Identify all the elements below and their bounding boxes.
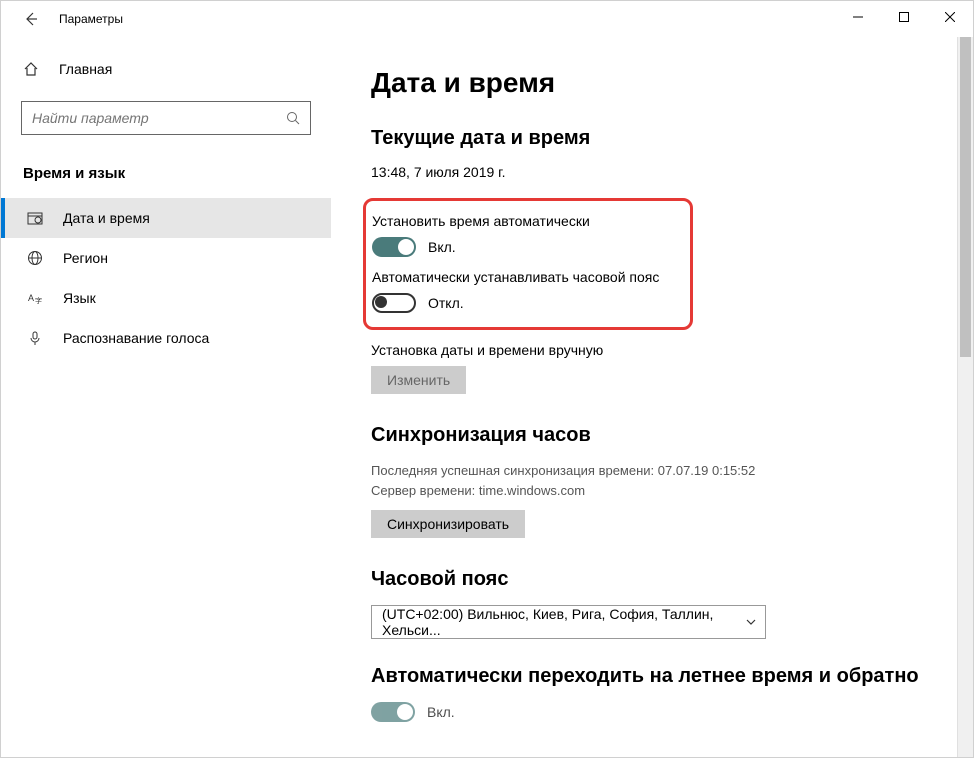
home-link[interactable]: Главная	[1, 51, 331, 87]
back-button[interactable]	[19, 7, 43, 31]
sync-last-text: Последняя успешная синхронизация времени…	[371, 461, 933, 481]
window-title: Параметры	[59, 12, 123, 26]
home-icon	[23, 61, 41, 77]
scrollbar-thumb[interactable]	[960, 37, 971, 357]
dst-state: Вкл.	[427, 704, 455, 720]
manual-set-label: Установка даты и времени вручную	[371, 342, 933, 358]
sidebar-item-region[interactable]: Регион	[1, 238, 331, 278]
microphone-icon	[27, 330, 45, 346]
auto-time-toggle[interactable]	[372, 237, 416, 257]
sync-server-text: Сервер времени: time.windows.com	[371, 481, 933, 501]
auto-time-label: Установить время автоматически	[372, 213, 676, 229]
language-icon: A字	[27, 290, 45, 306]
page-title: Дата и время	[371, 67, 933, 99]
timezone-heading: Часовой пояс	[371, 568, 933, 591]
auto-tz-state: Откл.	[428, 295, 464, 311]
scrollbar[interactable]	[957, 37, 973, 757]
dst-heading: Автоматически переходить на летнее время…	[371, 665, 933, 688]
sidebar-item-label: Распознавание голоса	[63, 330, 209, 346]
auto-time-state: Вкл.	[428, 239, 456, 255]
search-icon	[286, 111, 302, 125]
timezone-value: (UTC+02:00) Вильнюс, Киев, Рига, София, …	[382, 606, 745, 638]
current-datetime-heading: Текущие дата и время	[371, 127, 933, 150]
auto-tz-label: Автоматически устанавливать часовой пояс	[372, 269, 676, 285]
category-heading: Время и язык	[1, 149, 331, 198]
sidebar-item-speech[interactable]: Распознавание голоса	[1, 318, 331, 358]
sidebar-item-date-time[interactable]: Дата и время	[1, 198, 331, 238]
highlight-annotation: Установить время автоматически Вкл. Авто…	[363, 198, 693, 330]
auto-tz-toggle[interactable]	[372, 293, 416, 313]
home-label: Главная	[59, 61, 112, 77]
dst-toggle[interactable]	[371, 702, 415, 722]
sync-now-button[interactable]: Синхронизировать	[371, 510, 525, 538]
svg-text:字: 字	[35, 296, 42, 305]
sync-heading: Синхронизация часов	[371, 424, 933, 447]
svg-text:A: A	[28, 293, 34, 303]
search-box[interactable]	[21, 101, 311, 135]
search-input[interactable]	[32, 110, 286, 126]
change-button[interactable]: Изменить	[371, 366, 466, 394]
close-button[interactable]	[927, 1, 973, 33]
globe-icon	[27, 250, 45, 266]
sidebar-item-label: Дата и время	[63, 210, 150, 226]
minimize-button[interactable]	[835, 1, 881, 33]
maximize-button[interactable]	[881, 1, 927, 33]
timezone-select[interactable]: (UTC+02:00) Вильнюс, Киев, Рига, София, …	[371, 605, 766, 639]
chevron-down-icon	[745, 616, 757, 628]
sidebar-item-label: Язык	[63, 290, 96, 306]
sidebar-item-language[interactable]: A字 Язык	[1, 278, 331, 318]
sidebar-item-label: Регион	[63, 250, 108, 266]
clock-icon	[27, 210, 45, 226]
current-datetime-value: 13:48, 7 июля 2019 г.	[371, 164, 933, 180]
